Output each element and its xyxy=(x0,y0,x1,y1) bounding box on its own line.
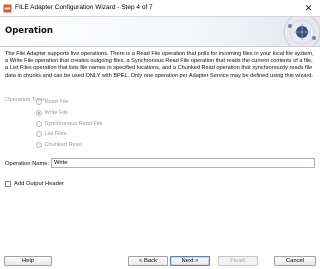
window-title: FILE Adapter Configuration Wizard - Step… xyxy=(15,4,153,11)
help-button[interactable]: Help xyxy=(4,256,52,266)
radio-write-file[interactable]: Write File xyxy=(36,108,103,119)
radio-synchronous-read-file[interactable]: Synchronous Read File xyxy=(36,118,103,129)
radio-button-selected[interactable] xyxy=(36,110,42,117)
close-icon: ✕ xyxy=(304,3,313,13)
operation-type-group: Read File Write File Synchronous Read Fi… xyxy=(36,97,103,150)
radio-button[interactable] xyxy=(36,131,42,138)
window-titlebar: FILE Adapter Configuration Wizard - Step… xyxy=(0,0,320,17)
add-output-header-option[interactable]: Add Output Header xyxy=(5,181,64,187)
wizard-footer: Help < Back Next > Finish Cancel xyxy=(0,250,320,269)
radio-label: List Files xyxy=(44,131,67,138)
back-button[interactable]: < Back xyxy=(128,256,168,266)
operation-description: The File Adapter supports five operation… xyxy=(5,51,314,79)
operation-name-label: Operation Name: xyxy=(5,161,50,167)
cancel-button[interactable]: Cancel xyxy=(274,256,316,266)
radio-list-files[interactable]: List Files xyxy=(36,129,103,140)
radio-read-file[interactable]: Read File xyxy=(36,97,103,108)
radio-button[interactable] xyxy=(36,120,42,127)
radio-button[interactable] xyxy=(36,142,42,149)
add-output-header-label: Add Output Header xyxy=(14,181,64,187)
radio-label: Synchronous Read File xyxy=(44,120,103,127)
wizard-header: Operation xyxy=(0,17,320,47)
next-button[interactable]: Next > xyxy=(170,256,210,266)
radio-label: Read File xyxy=(44,99,69,106)
radio-label: Write File xyxy=(44,110,69,117)
finish-button[interactable]: Finish xyxy=(218,256,258,266)
add-output-header-checkbox[interactable] xyxy=(5,181,11,187)
operation-name-input[interactable] xyxy=(51,158,315,168)
radio-chunked-read[interactable]: Chunked Read xyxy=(36,140,103,151)
page-title: Operation xyxy=(5,26,53,36)
window-close-button[interactable]: ✕ xyxy=(297,0,320,17)
radio-label: Chunked Read xyxy=(44,142,82,149)
oracle-app-icon xyxy=(3,4,12,13)
radio-button[interactable] xyxy=(36,99,42,106)
header-decoration-graphic xyxy=(283,17,320,46)
